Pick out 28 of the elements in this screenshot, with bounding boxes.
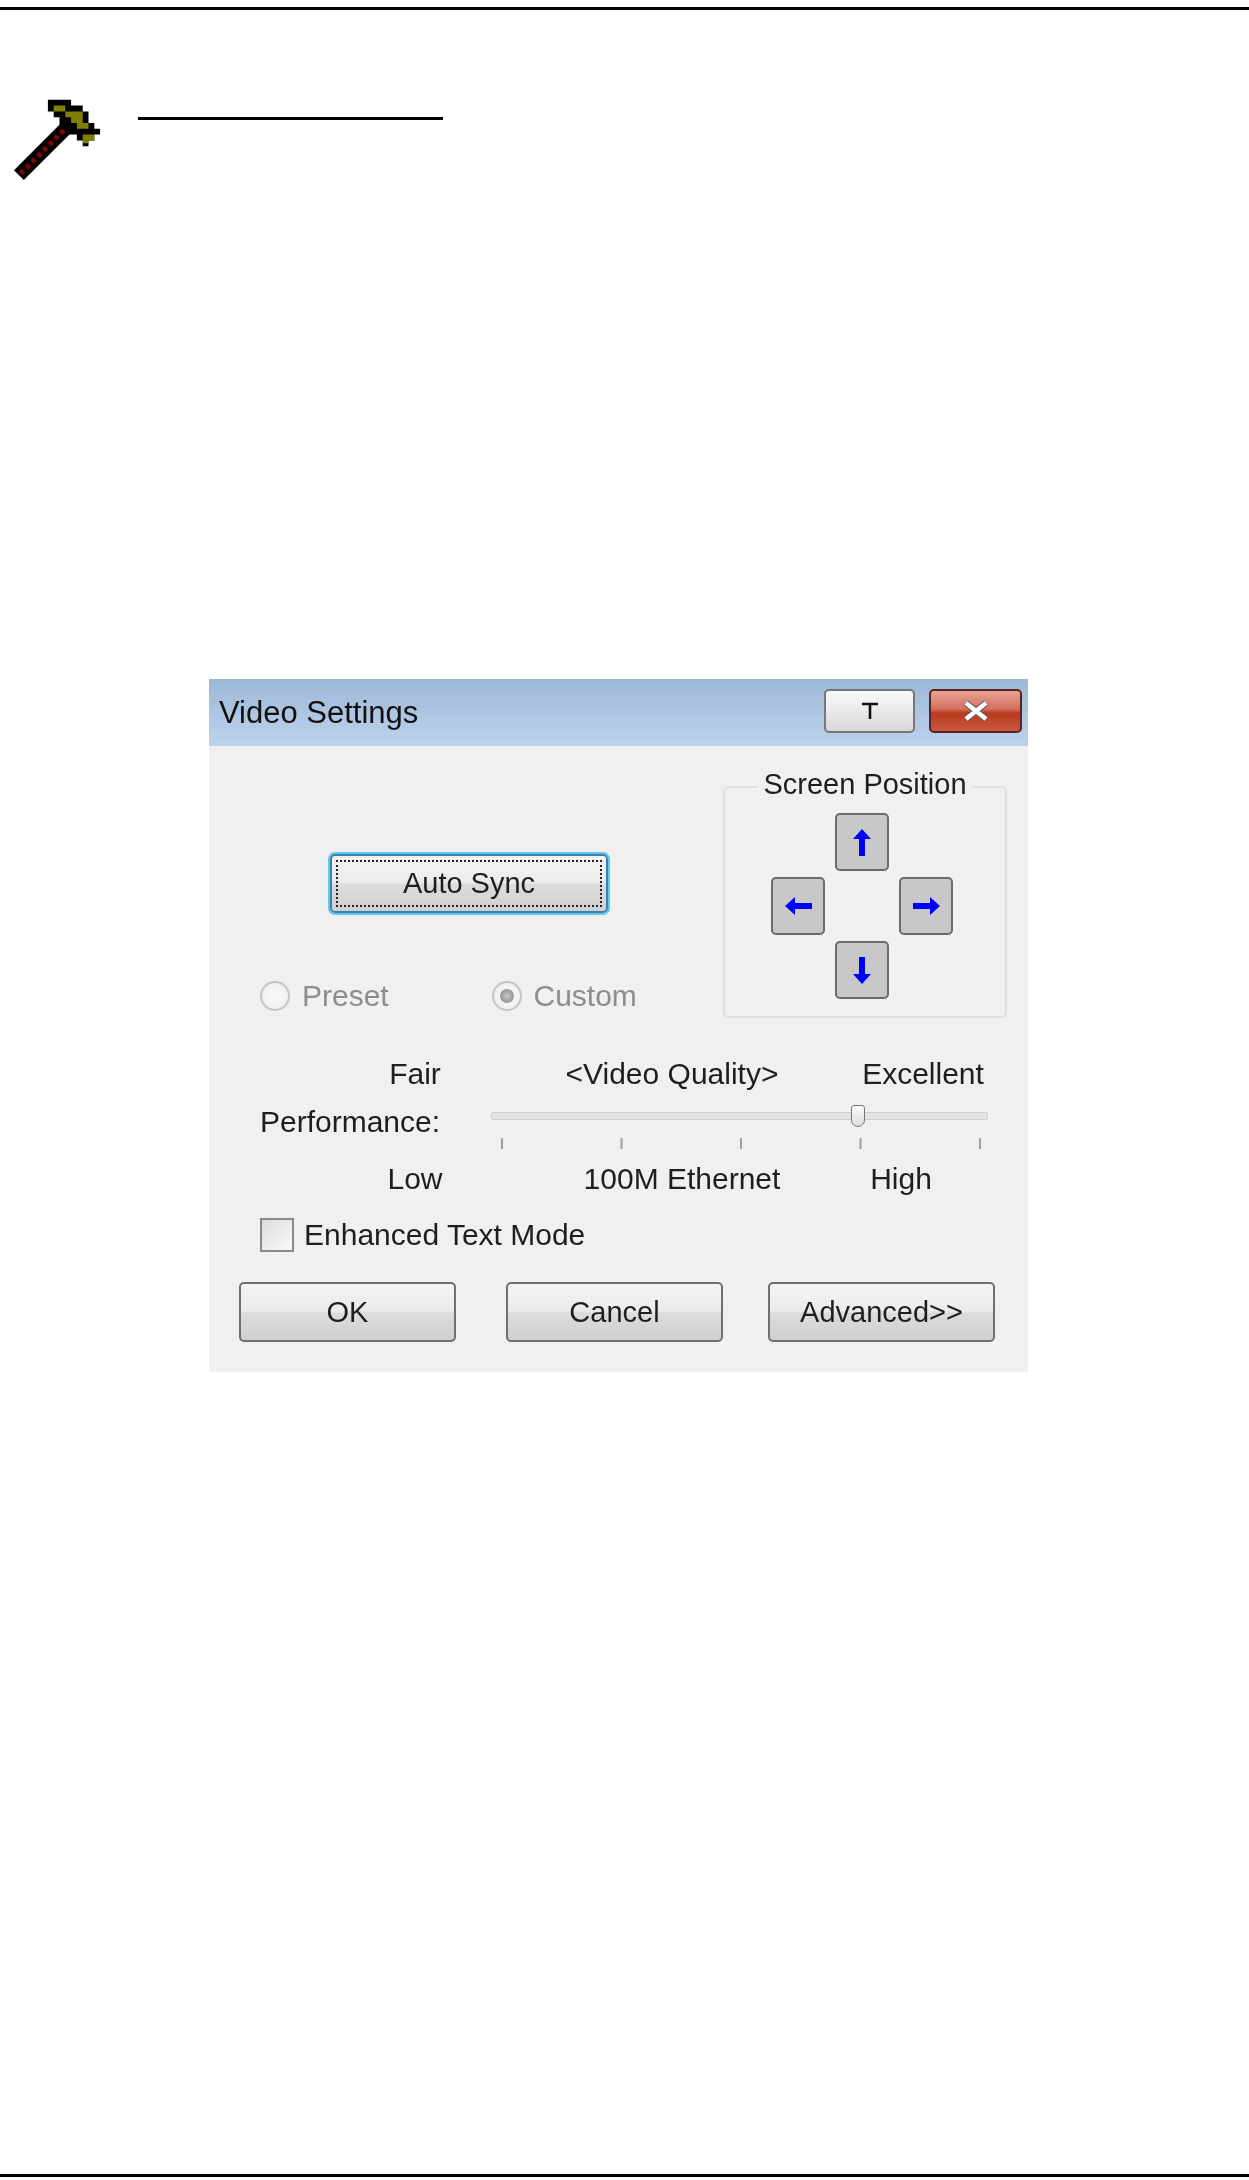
scale-label: Fair	[388, 1057, 442, 1091]
checkbox[interactable]	[260, 1218, 294, 1252]
radio-label: Preset	[302, 979, 389, 1013]
dialog-button[interactable]: OK	[239, 1282, 456, 1342]
checkbox-label: Enhanced Text Mode	[304, 1218, 586, 1252]
arrow-up-icon	[850, 827, 874, 857]
arrow-button[interactable]	[835, 813, 889, 871]
dialog-button[interactable]: Advanced>>	[768, 1282, 995, 1342]
dialog-button[interactable]: Cancel	[506, 1282, 723, 1342]
arrow-left-icon	[783, 894, 813, 918]
arrow-down-icon	[850, 955, 874, 985]
scale-label: Excellent	[861, 1057, 985, 1091]
arrow-button[interactable]	[771, 877, 825, 935]
close-button[interactable]	[929, 688, 1022, 733]
radio-label: Custom	[533, 979, 637, 1013]
pin-icon	[859, 700, 880, 721]
slider-thumb[interactable]	[851, 1105, 866, 1127]
arrow-button[interactable]	[835, 941, 889, 999]
arrow-right-icon	[911, 894, 941, 918]
scale-label: High	[869, 1162, 933, 1196]
auto-sync-button[interactable]: Auto Sync	[330, 854, 608, 913]
arrow-button[interactable]	[899, 877, 953, 935]
scale-caption: <Video Quality>	[564, 1057, 780, 1091]
slider-label: Performance:	[260, 1104, 442, 1140]
scale-label: Low	[386, 1162, 444, 1196]
window-title: Video Settings	[219, 694, 419, 731]
pin-button[interactable]	[824, 688, 915, 733]
scale-label: 100M Ethernet	[582, 1162, 782, 1196]
